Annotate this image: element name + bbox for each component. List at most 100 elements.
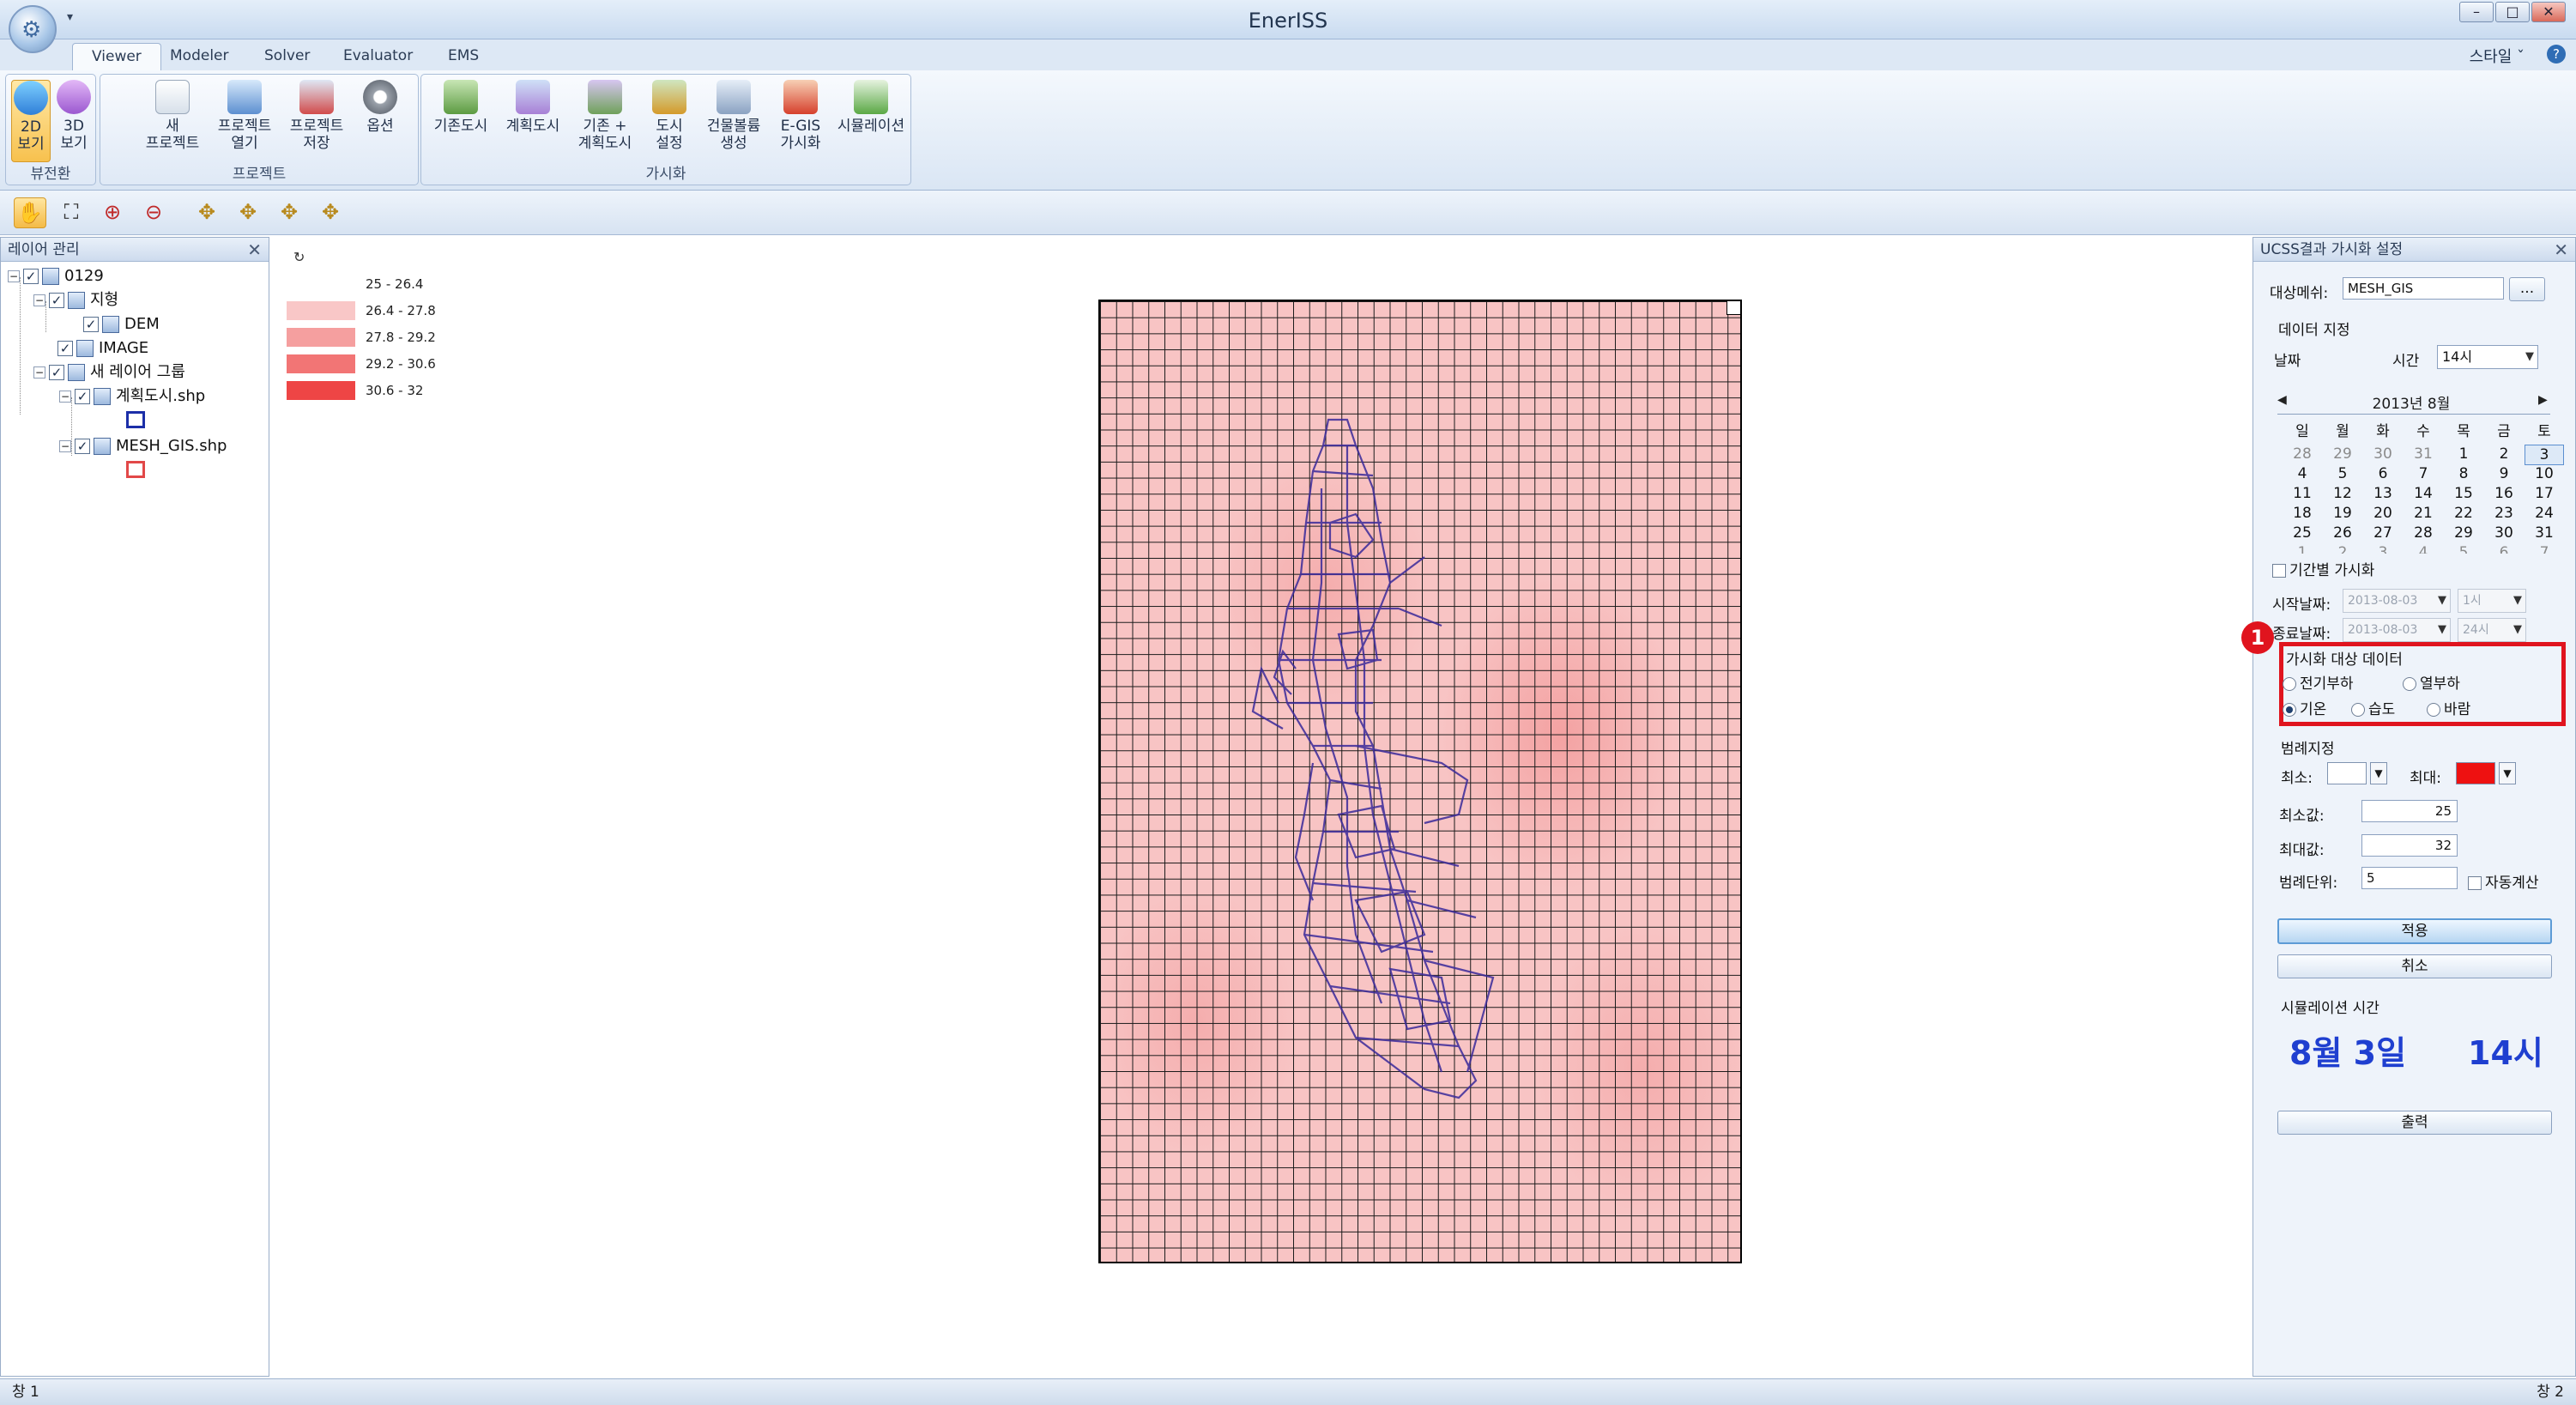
checkbox-checked-icon[interactable]: ✓ [49,365,64,380]
calendar-day[interactable]: 28 [2404,524,2443,542]
radio-off-icon[interactable] [2351,703,2365,717]
radio-humidity[interactable]: 습도 [2351,697,2395,718]
chevron-down-icon[interactable]: ▼ [2370,762,2387,784]
calendar-day[interactable]: 29 [2323,445,2362,463]
calendar-day[interactable]: 23 [2484,504,2524,523]
building-volume-button[interactable]: 건물볼륨 생성 [698,80,770,162]
min-color-swatch[interactable] [2327,762,2367,784]
checkbox-unchecked-icon[interactable] [2468,876,2482,890]
collapse-icon[interactable]: − [59,440,71,452]
calendar-day[interactable]: 22 [2444,504,2483,523]
max-color-swatch[interactable] [2456,762,2495,784]
tree-item-new-group[interactable]: − ✓ 새 레이어 그룹 [33,361,185,384]
time-select[interactable]: 14시 ▼ [2437,345,2538,369]
period-visualize-checkbox[interactable]: 기간별 가시화 [2272,558,2374,579]
checkbox-unchecked-icon[interactable] [2272,564,2286,578]
calendar-day[interactable]: 27 [2363,524,2403,542]
tab-modeler[interactable]: Modeler [151,43,248,70]
planned-city-button[interactable]: 계획도시 [499,80,567,162]
tree-item-root[interactable]: − ✓ 0129 [8,265,104,288]
calendar-day[interactable]: 3 [2363,543,2403,554]
calendar-day[interactable]: 2 [2323,543,2362,554]
tree-item-dem[interactable]: ✓ DEM [83,313,160,336]
min-value-field[interactable]: 25 [2361,800,2458,822]
pan-up-icon[interactable]: ✥ [273,197,305,228]
apply-button[interactable]: 적용 [2277,918,2552,944]
egis-visualize-button[interactable]: E-GIS 가시화 [771,80,830,162]
pan-down-icon[interactable]: ✥ [314,197,347,228]
calendar-day[interactable]: 1 [2283,543,2322,554]
legend-unit-field[interactable]: 5 [2361,867,2458,889]
calendar-day[interactable]: 10 [2525,464,2564,483]
radio-heat-load[interactable]: 열부하 [2403,671,2460,693]
2d-view-button[interactable]: 2D 보기 [11,80,51,162]
auto-calc-checkbox[interactable]: 자동계산 [2468,870,2539,892]
start-hour-select[interactable]: 1시 ▼ [2458,589,2526,613]
calendar-day[interactable]: 19 [2323,504,2362,523]
new-project-button[interactable]: 새 프로젝트 [138,80,207,162]
collapse-icon[interactable]: − [8,270,20,282]
maximize-button[interactable]: □ [2495,2,2530,22]
checkbox-checked-icon[interactable]: ✓ [49,293,64,308]
radio-off-icon[interactable] [2283,677,2296,691]
calendar-day[interactable]: 13 [2363,484,2403,503]
legend-refresh-icon[interactable]: ↻ [293,249,305,265]
calendar-day[interactable]: 9 [2484,464,2524,483]
quick-access-dropdown-icon[interactable]: ▾ [67,10,73,24]
mesh-symbol-swatch[interactable] [126,461,145,478]
pan-left-icon[interactable]: ✥ [190,197,223,228]
calendar-day[interactable]: 31 [2404,445,2443,463]
close-icon[interactable]: ✕ [247,238,262,262]
plan-city-symbol-swatch[interactable] [126,411,145,428]
calendar-day[interactable]: 29 [2444,524,2483,542]
help-icon[interactable]: ? [2547,45,2566,64]
options-button[interactable]: 옵션 [354,80,406,162]
browse-button[interactable]: ... [2509,277,2545,301]
zoom-in-icon[interactable]: ⊕ [96,197,129,228]
radio-on-icon[interactable] [2283,703,2296,717]
end-hour-select[interactable]: 24시 ▼ [2458,618,2526,642]
calendar-day[interactable]: 1 [2444,445,2483,463]
max-value-field[interactable]: 32 [2361,834,2458,857]
style-menu[interactable]: 스타일 ˇ [2470,45,2525,67]
pan-right-icon[interactable]: ✥ [232,197,264,228]
close-icon[interactable]: ✕ [2554,238,2568,262]
calendar-day[interactable]: 6 [2363,464,2403,483]
simulation-button[interactable]: 시뮬레이션 [831,80,910,162]
city-settings-button[interactable]: 도시 설정 [643,80,696,162]
tab-ems[interactable]: EMS [429,43,498,70]
tree-item-image[interactable]: ✓ IMAGE [57,337,148,360]
start-date-select[interactable]: 2013-08-03 ▼ [2343,589,2451,613]
zoom-out-icon[interactable]: ⊖ [137,197,170,228]
calendar-day[interactable]: 5 [2323,464,2362,483]
tab-solver[interactable]: Solver [245,43,329,70]
open-project-button[interactable]: 프로젝트 열기 [210,80,279,162]
collapse-icon[interactable]: − [59,391,71,403]
tab-evaluator[interactable]: Evaluator [324,43,432,70]
minimize-button[interactable]: – [2459,2,2494,22]
radio-temperature[interactable]: 기온 [2283,697,2326,718]
cancel-button[interactable]: 취소 [2277,954,2552,978]
calendar-day[interactable]: 28 [2283,445,2322,463]
calendar-day[interactable]: 26 [2323,524,2362,542]
checkbox-checked-icon[interactable]: ✓ [75,389,90,404]
close-button[interactable]: ✕ [2531,2,2566,22]
calendar-day[interactable]: 15 [2444,484,2483,503]
collapse-icon[interactable]: − [33,366,45,379]
calendar-day[interactable]: 2 [2484,445,2524,463]
checkbox-checked-icon[interactable]: ✓ [83,317,99,332]
radio-off-icon[interactable] [2427,703,2440,717]
calendar-day[interactable]: 5 [2444,543,2483,554]
calendar-day[interactable]: 8 [2444,464,2483,483]
calendar-day[interactable]: 17 [2525,484,2564,503]
radio-wind[interactable]: 바람 [2427,697,2470,718]
calendar-day[interactable]: 4 [2283,464,2322,483]
calendar-day[interactable]: 16 [2484,484,2524,503]
calendar-day[interactable]: 6 [2484,543,2524,554]
calendar-day[interactable]: 14 [2404,484,2443,503]
checkbox-checked-icon[interactable]: ✓ [57,341,73,356]
target-mesh-field[interactable]: MESH_GIS [2343,277,2504,300]
output-button[interactable]: 출력 [2277,1111,2552,1135]
calendar-day[interactable]: 31 [2525,524,2564,542]
radio-electric-load[interactable]: 전기부하 [2283,671,2354,693]
